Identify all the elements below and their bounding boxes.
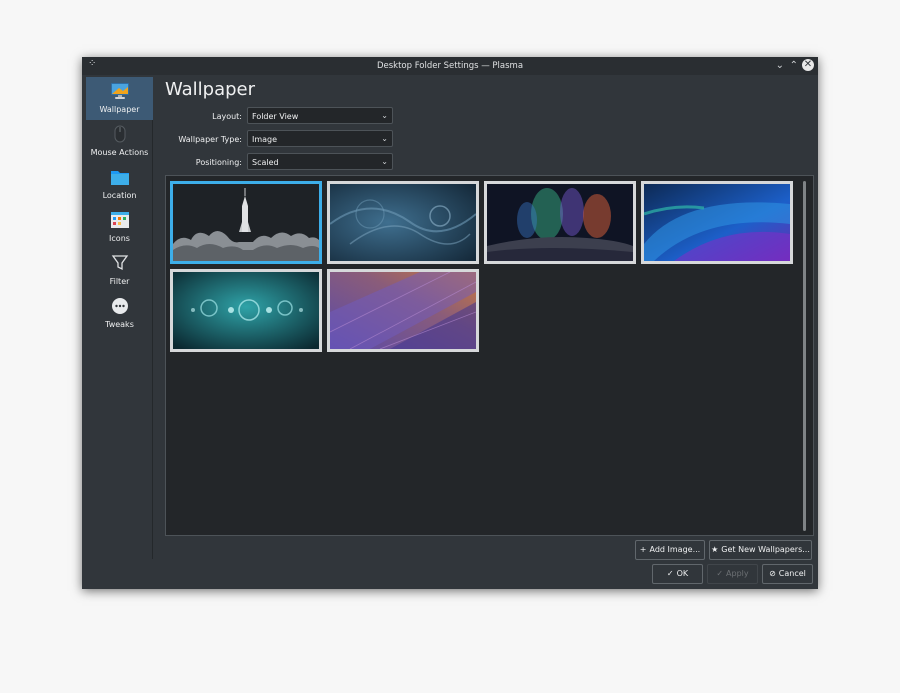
sidebar-item-label: Mouse Actions — [90, 148, 149, 157]
layout-value: Folder View — [252, 112, 299, 121]
wallpaper-type-value: Image — [252, 135, 278, 144]
wallpaper-thumbnail-geometric[interactable] — [327, 269, 479, 352]
sidebar: Wallpaper Mouse Actions Location Icons F… — [86, 77, 153, 559]
plus-icon: + — [639, 545, 647, 554]
add-image-label: Add Image... — [649, 545, 701, 554]
title-bar[interactable]: ⁘ Desktop Folder Settings — Plasma ⌄ ⌃ ✕ — [82, 57, 818, 75]
positioning-value: Scaled — [252, 158, 279, 167]
cancel-icon: ⊘ — [769, 569, 776, 578]
page-title: Wallpaper — [165, 79, 256, 100]
gallery-scrollbar[interactable] — [803, 181, 806, 531]
checkmark-icon: ✓ — [716, 569, 724, 578]
sidebar-item-label: Filter — [109, 277, 130, 286]
sidebar-item-location[interactable]: Location — [86, 163, 153, 206]
get-new-wallpapers-button[interactable]: ★ Get New Wallpapers... — [709, 540, 812, 560]
sidebar-item-filter[interactable]: Filter — [86, 249, 153, 292]
wallpaper-thumbnail-rocket[interactable] — [170, 181, 322, 264]
waves-wallpaper-image — [644, 184, 790, 261]
rocket-wallpaper-image — [173, 184, 319, 261]
sidebar-item-icons[interactable]: Icons — [86, 206, 153, 249]
folder-icon — [111, 171, 129, 185]
apply-button[interactable]: ✓ Apply — [707, 564, 758, 584]
wallpaper-thumbnail-bubbles[interactable] — [170, 269, 322, 352]
get-new-wallpapers-label: Get New Wallpapers... — [721, 545, 810, 554]
minimize-icon[interactable]: ⌄ — [776, 59, 784, 73]
bubbles-wallpaper-image — [173, 272, 319, 349]
more-dots-icon — [112, 298, 128, 314]
sidebar-item-tweaks[interactable]: Tweaks — [86, 292, 153, 335]
swirls-wallpaper-image — [330, 184, 476, 261]
geometric-wallpaper-image — [330, 272, 476, 349]
positioning-label: Positioning: — [195, 158, 242, 167]
monitor-icon — [111, 83, 129, 99]
star-icon: ★ — [711, 545, 719, 554]
wallpaper-type-label: Wallpaper Type: — [178, 135, 242, 144]
funnel-icon — [111, 255, 129, 271]
cancel-button[interactable]: ⊘ Cancel — [762, 564, 813, 584]
checkmark-icon: ✓ — [666, 569, 674, 578]
positioning-combo[interactable]: Scaled ⌄ — [247, 153, 393, 170]
settings-dialog: ⁘ Desktop Folder Settings — Plasma ⌄ ⌃ ✕… — [82, 57, 818, 589]
window-title: Desktop Folder Settings — Plasma — [376, 61, 524, 71]
add-image-button[interactable]: + Add Image... — [635, 540, 705, 560]
aurora-wallpaper-image — [487, 184, 633, 261]
mouse-icon — [114, 125, 126, 143]
layout-label: Layout: — [212, 112, 242, 121]
maximize-icon[interactable]: ⌃ — [790, 59, 798, 73]
sidebar-item-label: Tweaks — [105, 320, 134, 329]
wallpaper-thumbnail-waves[interactable] — [641, 181, 793, 264]
sidebar-item-label: Icons — [109, 234, 130, 243]
chevron-down-icon: ⌄ — [381, 157, 388, 166]
chevron-down-icon: ⌄ — [381, 111, 388, 120]
wallpaper-thumbnail-aurora[interactable] — [484, 181, 636, 264]
icons-grid-icon — [111, 212, 129, 228]
layout-combo[interactable]: Folder View ⌄ — [247, 107, 393, 124]
ok-button[interactable]: ✓ OK — [652, 564, 703, 584]
wallpaper-type-combo[interactable]: Image ⌄ — [247, 130, 393, 147]
wallpaper-thumbnail-swirls[interactable] — [327, 181, 479, 264]
apply-label: Apply — [726, 569, 749, 578]
cancel-label: Cancel — [778, 569, 806, 578]
ok-label: OK — [676, 569, 689, 578]
sidebar-item-label: Location — [102, 191, 137, 200]
close-icon[interactable]: ✕ — [802, 59, 814, 71]
chevron-down-icon: ⌄ — [381, 134, 388, 143]
